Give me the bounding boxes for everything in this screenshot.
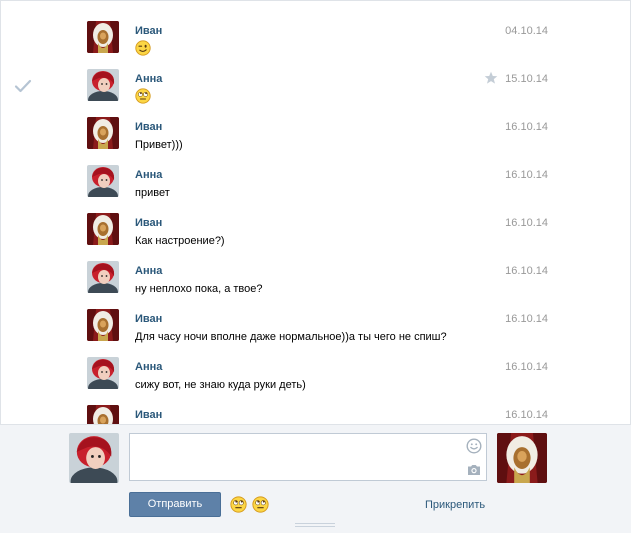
send-button[interactable]: Отправить [129,492,221,517]
message-composer: Отправить Прикрепить [0,424,631,533]
message-row[interactable]: Анна 16.10.14 привет [1,165,630,213]
camera-icon[interactable] [466,462,482,478]
message-text: ну неплохо пока, а твое? [135,283,263,295]
message-author[interactable]: Иван [135,121,162,133]
star-icon[interactable] [484,71,498,85]
message-text: привет [135,187,170,199]
avatar-ivan[interactable] [87,213,119,245]
avatar-anna[interactable] [87,165,119,197]
message-date[interactable]: 16.10.14 [505,169,548,181]
message-row[interactable]: Анна 16.10.14 ну неплохо пока, а твое? [1,261,630,309]
message-author[interactable]: Иван [135,313,162,325]
message-author[interactable]: Анна [135,73,162,85]
avatar-anna[interactable] [87,357,119,389]
my-avatar[interactable] [69,433,119,483]
message-history[interactable]: Иван 04.10.14 Анна 15.10.14 Иван 16.10.14 Прив… [0,0,631,425]
message-row[interactable]: Анна 16.10.14 сижу вот, не знаю куда руки … [1,357,630,405]
message-author[interactable]: Иван [135,409,162,421]
message-author[interactable]: Анна [135,265,162,277]
avatar-anna[interactable] [87,261,119,293]
message-text: Привет))) [135,139,183,151]
attach-link[interactable]: Прикрепить [425,499,485,511]
message-text: сижу вот, не знаю куда руки деть) [135,379,306,391]
rolleyes-emoji [135,88,151,104]
message-row[interactable]: Иван 04.10.14 [1,21,630,69]
message-date[interactable]: 04.10.14 [505,25,548,37]
message-date[interactable]: 16.10.14 [505,265,548,277]
message-author[interactable]: Иван [135,217,162,229]
resize-handle[interactable] [295,521,335,529]
message-input[interactable] [130,434,450,480]
wink-emoji [135,40,151,56]
avatar-ivan[interactable] [87,21,119,53]
recipient-avatar[interactable] [497,433,547,483]
message-row[interactable]: Иван 16.10.14 Привет))) [1,117,630,165]
message-text: Как настроение?) [135,235,225,247]
message-date[interactable]: 15.10.14 [505,73,548,85]
avatar-ivan[interactable] [87,309,119,341]
message-date[interactable]: 16.10.14 [505,217,548,229]
message-row[interactable]: Иван 16.10.14 [1,405,630,425]
avatar-ivan[interactable] [87,405,119,425]
message-date[interactable]: 16.10.14 [505,409,548,421]
message-row[interactable]: Иван 16.10.14 Как настроение?) [1,213,630,261]
message-date[interactable]: 16.10.14 [505,361,548,373]
message-author[interactable]: Анна [135,169,162,181]
check-icon[interactable] [14,79,32,93]
avatar-ivan[interactable] [87,117,119,149]
message-author[interactable]: Анна [135,361,162,373]
rolleyes-emoji-button[interactable] [252,496,269,513]
smiley-icon[interactable] [466,438,482,454]
message-date[interactable]: 16.10.14 [505,313,548,325]
message-row[interactable]: Иван 16.10.14 Для часу ночи вполне даже но… [1,309,630,357]
avatar-anna[interactable] [87,69,119,101]
message-author[interactable]: Иван [135,25,162,37]
message-row[interactable]: Анна 15.10.14 [1,69,630,117]
message-date[interactable]: 16.10.14 [505,121,548,133]
message-input-box [129,433,487,481]
message-text: Для часу ночи вполне даже нормальное))а … [135,331,447,343]
rolleyes-emoji-button[interactable] [230,496,247,513]
